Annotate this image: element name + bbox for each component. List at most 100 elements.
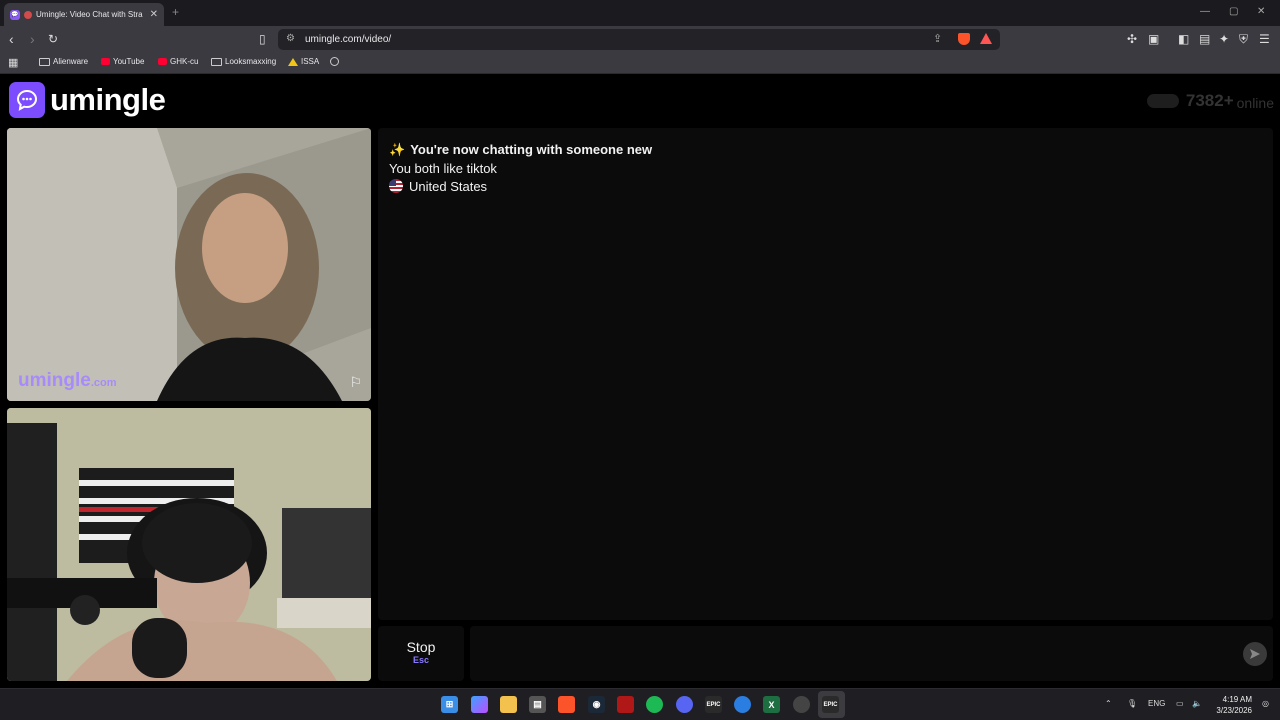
logo-text: umingle xyxy=(50,82,166,117)
address-bar[interactable]: ⚙ umingle.com/video/ ⇪ xyxy=(278,29,1000,50)
apps-grid-icon[interactable]: ▦ xyxy=(8,56,18,69)
language-indicator[interactable]: ENG xyxy=(1148,699,1165,708)
copilot-icon[interactable] xyxy=(471,696,488,713)
bookmark-label: Looksmaxxing xyxy=(225,57,277,66)
store-icon[interactable]: ▤ xyxy=(529,696,546,713)
online-indicator: 7382+ online xyxy=(1146,91,1274,111)
url-text: umingle.com/video/ xyxy=(305,34,392,45)
leo-ai-icon[interactable]: ✦ xyxy=(1219,32,1229,46)
stranger-video: umingle.com ⚐ xyxy=(7,128,371,401)
self-video xyxy=(7,408,371,681)
chat-panel: ✨ You're now chatting with someone new Yo… xyxy=(378,128,1273,620)
bookmark-label: Alienware xyxy=(53,57,89,66)
sidebar-icon[interactable]: ◧ xyxy=(1178,32,1189,46)
show-hidden-icons[interactable]: ⌃ xyxy=(1105,699,1112,708)
site-info-icon[interactable]: ⚙ xyxy=(286,33,295,44)
theme-toggle[interactable] xyxy=(1146,94,1179,108)
bookmark-ghk-cu[interactable]: GHK-cu xyxy=(158,57,198,66)
send-button[interactable] xyxy=(1243,642,1267,666)
self-video-frame xyxy=(7,408,371,681)
country-text: United States xyxy=(409,179,488,194)
file-explorer-icon[interactable] xyxy=(500,696,517,713)
youtube-icon xyxy=(101,58,110,65)
new-tab-icon[interactable]: + xyxy=(172,5,179,19)
folder-icon xyxy=(39,57,50,66)
globe-icon xyxy=(330,57,339,66)
stop-shortcut-hint: Esc xyxy=(412,655,429,665)
steam-icon[interactable]: ◉ xyxy=(588,696,605,713)
online-label: online xyxy=(1236,94,1274,111)
watermark-suffix: .com xyxy=(90,377,117,389)
chat-bubble-logo-icon xyxy=(9,82,45,118)
bookmark-label: YouTube xyxy=(113,57,145,66)
reload-icon[interactable]: ↻ xyxy=(48,31,58,47)
clock-time: 4:19 AM xyxy=(1222,695,1252,704)
stop-button[interactable]: Stop Esc xyxy=(378,626,464,681)
report-flag-icon[interactable]: ⚐ xyxy=(349,374,362,391)
bookmark-label: GHK-cu xyxy=(170,57,199,66)
minimize-icon[interactable]: — xyxy=(1200,6,1210,17)
notifications-icon[interactable]: ◎ xyxy=(1262,699,1269,708)
microphone-icon[interactable]: 🎙 xyxy=(1127,699,1137,708)
watermark-text: umingle xyxy=(18,370,91,391)
stop-label: Stop xyxy=(406,639,436,655)
tab-title: Umingle: Video Chat with Stra xyxy=(36,10,143,19)
bookmark-youtube[interactable]: YouTube xyxy=(101,57,144,66)
excel-icon[interactable]: X xyxy=(763,696,780,713)
blue-app-icon[interactable] xyxy=(734,696,751,713)
brave-browser-icon[interactable] xyxy=(558,696,575,713)
headline-text: You're now chatting with someone new xyxy=(410,142,653,157)
close-tab-icon[interactable]: ✕ xyxy=(150,9,158,20)
brave-shields-icon[interactable] xyxy=(958,33,970,45)
umingle-watermark: umingle.com xyxy=(18,370,117,392)
bookmark-page-icon[interactable]: ▯ xyxy=(259,32,266,46)
browser-tab-bar: 💬 Umingle: Video Chat with Stra ✕ + — ▢ … xyxy=(0,0,1280,26)
spotify-icon[interactable] xyxy=(646,696,663,713)
red-app-icon[interactable] xyxy=(617,696,634,713)
send-arrow-icon xyxy=(1250,649,1260,659)
bookmark-label: ISSA xyxy=(301,57,320,66)
stranger-video-frame xyxy=(7,128,371,401)
epic-games-icon[interactable]: EPIC xyxy=(705,696,722,713)
us-flag-icon xyxy=(389,179,403,193)
reading-list-icon[interactable]: ▤ xyxy=(1199,32,1210,46)
wallet-icon[interactable]: ▣ xyxy=(1148,32,1159,46)
country-line: United States xyxy=(389,179,487,194)
extensions-icon[interactable]: ✣ xyxy=(1127,32,1137,46)
start-windows-icon[interactable]: ⊞ xyxy=(441,696,458,713)
sparkles-icon: ✨ xyxy=(389,142,406,157)
windows-taskbar: ⊞ ▤ ◉ EPIC X EPIC ⌃ 🎙 ENG ▭ 🔈 4:19 AM 3/… xyxy=(0,688,1280,720)
gear-app-icon[interactable] xyxy=(793,696,810,713)
browser-tab[interactable]: 💬 Umingle: Video Chat with Stra ✕ xyxy=(4,3,164,26)
menu-icon[interactable]: ☰ xyxy=(1259,32,1270,46)
network-icon[interactable]: ▭ xyxy=(1176,699,1184,708)
online-count: 7382+ xyxy=(1185,91,1234,110)
back-icon[interactable]: ‹ xyxy=(9,31,14,47)
bookmark-alienware[interactable]: Alienware xyxy=(39,57,88,66)
audio-playing-icon[interactable] xyxy=(24,10,32,19)
forward-icon[interactable]: › xyxy=(30,31,35,47)
clock-date: 3/23/2026 xyxy=(1216,706,1252,715)
brave-rewards-icon[interactable] xyxy=(980,33,992,44)
umingle-favicon-icon: 💬 xyxy=(10,9,20,20)
vpn-shield-icon[interactable]: ⛨ xyxy=(1239,32,1248,47)
folder-icon xyxy=(211,57,222,66)
close-window-icon[interactable]: ✕ xyxy=(1257,6,1265,17)
bookmark-globe[interactable] xyxy=(330,57,339,66)
common-interest-line: You both like tiktok xyxy=(389,161,497,176)
umingle-page: umingle 7382+ online umingle.com ⚐ ✨ You… xyxy=(0,75,1280,687)
volume-icon[interactable]: 🔈 xyxy=(1192,699,1202,708)
bookmark-issa[interactable]: ISSA xyxy=(288,57,319,66)
umingle-logo[interactable]: umingle xyxy=(9,82,166,118)
browser-toolbar: ‹ › ↻ ▯ ⚙ umingle.com/video/ ⇪ ✣ ▣ ◧ ▤ ✦… xyxy=(0,26,1280,53)
youtube-icon xyxy=(158,58,167,65)
discord-icon[interactable] xyxy=(676,696,693,713)
message-input[interactable] xyxy=(470,626,1273,681)
system-clock[interactable]: 4:19 AM 3/23/2026 xyxy=(1212,694,1252,716)
maximize-icon[interactable]: ▢ xyxy=(1229,6,1238,17)
epic-games-active-icon[interactable]: EPIC xyxy=(822,696,839,713)
share-icon[interactable]: ⇪ xyxy=(933,32,942,45)
issa-icon xyxy=(288,57,298,66)
chat-system-headline: ✨ You're now chatting with someone new xyxy=(389,142,652,158)
bookmark-looksmaxxing[interactable]: Looksmaxxing xyxy=(211,57,276,66)
